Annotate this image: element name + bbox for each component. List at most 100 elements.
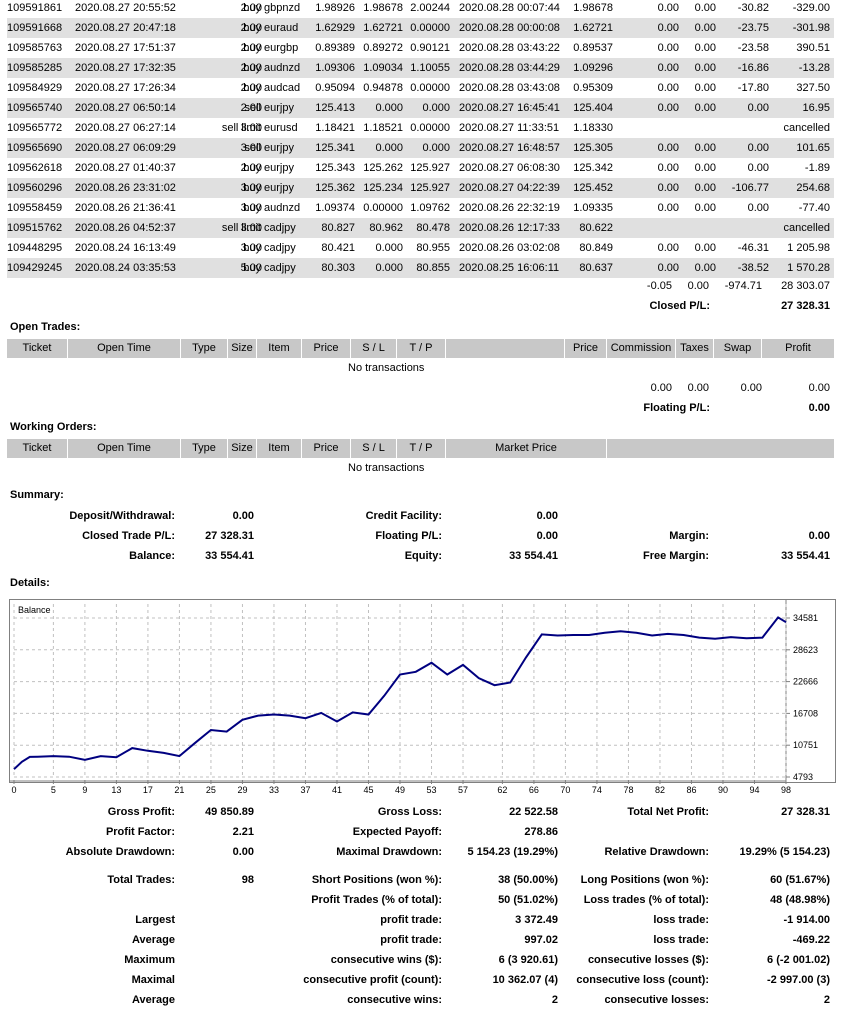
cell-commission: 0.00 <box>657 202 679 214</box>
table-row: 109565690 2020.08.27 06:09:29 sell 3.00 eurj… <box>7 138 834 158</box>
cell-swap: -17.80 <box>737 82 769 94</box>
cell-item: eurjpy <box>264 182 294 194</box>
x-tick-label: 45 <box>363 785 373 795</box>
cell-taxes: 0.00 <box>694 202 716 214</box>
cell-ticket: 109448295 <box>7 242 63 254</box>
cell-ticket: 109585285 <box>7 62 63 74</box>
cell-size: 2.00 <box>240 162 262 174</box>
x-axis: 0 5 9 13 17 21 25 29 33 37 41 45 49 53 57 62 66 70 74 78 82 8… <box>10 780 791 795</box>
margin-label: Margin: <box>669 530 709 542</box>
trade-stat-value-c: 6 (-2 001.02) <box>767 954 830 966</box>
trade-stat-label-a: Average <box>131 994 175 1006</box>
cell-price: 80.303 <box>321 262 355 274</box>
cell-sl: 0.000 <box>375 102 403 114</box>
trade-stat-label-c: consecutive losses: <box>604 994 709 1006</box>
cell-commission: 0.00 <box>657 262 679 274</box>
x-tick-label: 74 <box>592 785 602 795</box>
cell-commission: 0.00 <box>657 42 679 54</box>
cell-profit: -1.89 <box>804 162 830 174</box>
trade-stat-label-a: Total Trades: <box>107 874 175 886</box>
cell-profit: 327.50 <box>796 82 830 94</box>
cell-swap: 0.00 <box>747 102 769 114</box>
x-tick-label: 9 <box>82 785 87 795</box>
cell-ticket: 109591668 <box>7 22 63 34</box>
cell-price: 1.09306 <box>315 62 355 74</box>
cell-item: eurjpy <box>264 102 294 114</box>
cell-tp: 1.10055 <box>410 62 450 74</box>
x-tick-label: 33 <box>269 785 279 795</box>
cell-size: 2.00 <box>240 2 262 14</box>
cell-price: 1.18421 <box>315 122 355 134</box>
cell-close-price: 0.95309 <box>573 82 613 94</box>
cell-commission: 0.00 <box>657 82 679 94</box>
x-tick-label: 94 <box>749 785 759 795</box>
closed-trade-label: Closed Trade P/L: <box>82 530 175 542</box>
trade-stat-label-c: consecutive loss (count): <box>576 974 709 986</box>
col-blank <box>607 439 834 458</box>
cell-ticket: 109562618 <box>7 162 63 174</box>
cell-commission: 0.00 <box>657 22 679 34</box>
x-tick-label: 62 <box>497 785 507 795</box>
cell-price: 1.09374 <box>315 202 355 214</box>
balance-value: 33 554.41 <box>205 550 254 562</box>
equity-value: 33 554.41 <box>509 550 558 562</box>
cell-close-time: 2020.08.26 03:02:08 <box>459 242 560 254</box>
total-swap: -974.71 <box>724 280 762 292</box>
closed-pl-label: Closed P/L: <box>649 300 710 312</box>
cell-close-price: 0.89537 <box>573 42 613 54</box>
total-commission: -0.05 <box>646 280 672 292</box>
cell-profit: 16.95 <box>802 102 830 114</box>
cell-sl: 1.98678 <box>363 2 403 14</box>
trade-stat-value-c: -469.22 <box>792 934 830 946</box>
open-taxes: 0.00 <box>687 382 709 394</box>
col-commission: Commission <box>607 339 676 358</box>
col-price: Price <box>302 439 351 458</box>
x-tick-label: 53 <box>427 785 437 795</box>
col-open-time: Open Time <box>68 339 181 358</box>
cell-tp: 2.00244 <box>410 2 450 14</box>
stat-label-a: Gross Profit: <box>107 806 175 818</box>
cell-swap: 0.00 <box>747 162 769 174</box>
cell-taxes: 0.00 <box>694 242 716 254</box>
cell-price: 80.827 <box>321 222 355 234</box>
cell-close-time: 2020.08.28 00:07:44 <box>459 2 560 14</box>
credit-value: 0.00 <box>536 510 558 522</box>
cell-price: 125.343 <box>315 162 355 174</box>
trade-stat-value-b: 2 <box>551 994 558 1006</box>
cell-commission: 0.00 <box>657 182 679 194</box>
closed-pl-value: 27 328.31 <box>781 300 830 312</box>
cell-close-time: 2020.08.25 16:06:11 <box>459 262 560 274</box>
cell-sl: 1.18521 <box>363 122 403 134</box>
cell-item: cadjpy <box>264 242 296 254</box>
cell-item: gbpnzd <box>264 2 301 14</box>
open-commission: 0.00 <box>650 382 672 394</box>
cell-item: cadjpy <box>264 222 296 234</box>
cell-taxes: 0.00 <box>694 2 716 14</box>
trade-stat-label-a: Average <box>131 934 175 946</box>
trade-stat-label-c: Loss trades (% of total): <box>583 894 709 906</box>
cell-profit: -13.28 <box>798 62 830 74</box>
open-trades-empty: No transactions <box>348 362 425 374</box>
open-swap: 0.00 <box>740 382 762 394</box>
col-open-time: Open Time <box>68 439 181 458</box>
col-size: Size <box>228 339 257 358</box>
cell-open-time: 2020.08.26 04:52:37 <box>75 222 176 234</box>
floating-pl-value: 0.00 <box>808 402 830 414</box>
cell-close-time: 2020.08.26 12:17:33 <box>459 222 560 234</box>
table-row: 109565772 2020.08.27 06:27:14 sell limit 3.… <box>7 118 834 138</box>
cell-size: 2.00 <box>240 102 262 114</box>
cell-price: 0.89389 <box>315 42 355 54</box>
cell-swap: -16.86 <box>737 62 769 74</box>
x-tick-label: 41 <box>332 785 342 795</box>
cell-sl: 0.00000 <box>363 202 403 214</box>
col-tp: T / P <box>397 439 446 458</box>
cell-size: 3.00 <box>240 142 262 154</box>
trade-stat-label-b: consecutive wins ($): <box>330 954 442 966</box>
cell-close-time: 2020.08.27 16:45:41 <box>459 102 560 114</box>
total-profit: 28 303.07 <box>781 280 830 292</box>
trade-stat-value-b: 38 (50.00%) <box>498 874 558 886</box>
cell-close-price: 1.09296 <box>573 62 613 74</box>
cell-open-time: 2020.08.27 01:40:37 <box>75 162 176 174</box>
x-tick-label: 82 <box>655 785 665 795</box>
working-orders-header: Ticket Open Time Type Size Item Price S … <box>7 439 834 458</box>
